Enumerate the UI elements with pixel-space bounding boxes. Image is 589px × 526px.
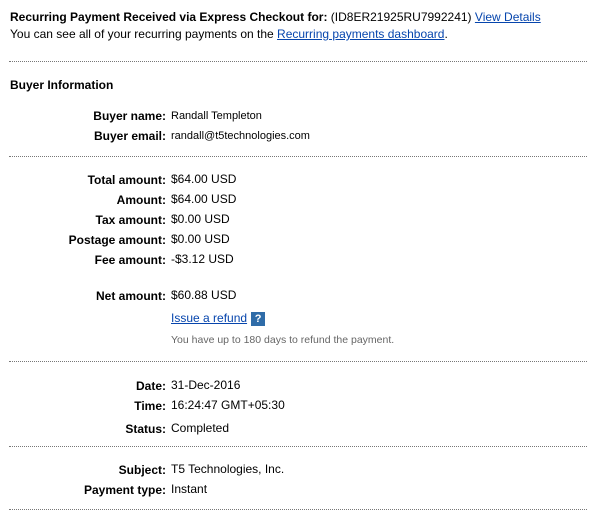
title-prefix: Recurring Payment Received via Express C… <box>10 10 331 24</box>
help-icon[interactable]: ? <box>251 311 266 326</box>
page-subtitle: You can see all of your recurring paymen… <box>10 27 448 41</box>
fee-amount-value: -$3.12 USD <box>171 252 234 266</box>
section-title-buyer: Buyer Information <box>10 78 114 92</box>
net-amount-value: $60.88 USD <box>171 288 237 302</box>
status-label: Status: <box>125 422 166 436</box>
payment-type-value: Instant <box>171 482 208 496</box>
view-details-link[interactable]: View Details <box>475 10 541 24</box>
time-value: 16:24:47 GMT+05:30 <box>171 398 285 412</box>
buyer-email-label: Buyer email: <box>93 129 166 143</box>
separator <box>9 361 587 362</box>
net-amount-label: Net amount: <box>96 289 166 303</box>
separator <box>9 509 587 510</box>
tax-amount-value: $0.00 USD <box>171 212 230 226</box>
subtitle-prefix: You can see all of your recurring paymen… <box>10 27 278 41</box>
refund-note: You have up to 180 days to refund the pa… <box>171 334 395 346</box>
issue-refund-row: Issue a refund? <box>171 311 266 326</box>
separator <box>9 446 587 447</box>
buyer-email-value: randall@t5technologies.com <box>171 130 310 142</box>
subject-label: Subject: <box>118 463 166 477</box>
postage-amount-label: Postage amount: <box>68 233 166 247</box>
date-value: 31-Dec-2016 <box>171 378 241 392</box>
tax-amount-label: Tax amount: <box>95 213 166 227</box>
separator <box>9 156 587 157</box>
subject-value: T5 Technologies, Inc. <box>171 462 285 476</box>
buyer-name-value: Randall Templeton <box>171 110 262 122</box>
time-label: Time: <box>134 399 166 413</box>
date-label: Date: <box>135 379 166 393</box>
page-title: Recurring Payment Received via Express C… <box>10 10 541 24</box>
payment-type-label: Payment type: <box>83 483 166 497</box>
postage-amount-value: $0.00 USD <box>171 232 230 246</box>
total-amount-value: $64.00 USD <box>171 172 237 186</box>
status-value: Completed <box>171 421 230 435</box>
payment-id: (ID8ER21925RU7992241) <box>330 10 472 24</box>
subtitle-suffix: . <box>444 27 448 41</box>
amount-label: Amount: <box>116 193 166 207</box>
buyer-name-label: Buyer name: <box>93 109 166 123</box>
fee-amount-label: Fee amount: <box>94 253 166 267</box>
total-amount-label: Total amount: <box>87 173 166 187</box>
amount-value: $64.00 USD <box>171 192 237 206</box>
issue-refund-link[interactable]: Issue a refund <box>171 311 247 325</box>
separator <box>9 61 587 62</box>
recurring-dashboard-link[interactable]: Recurring payments dashboard <box>277 27 444 41</box>
